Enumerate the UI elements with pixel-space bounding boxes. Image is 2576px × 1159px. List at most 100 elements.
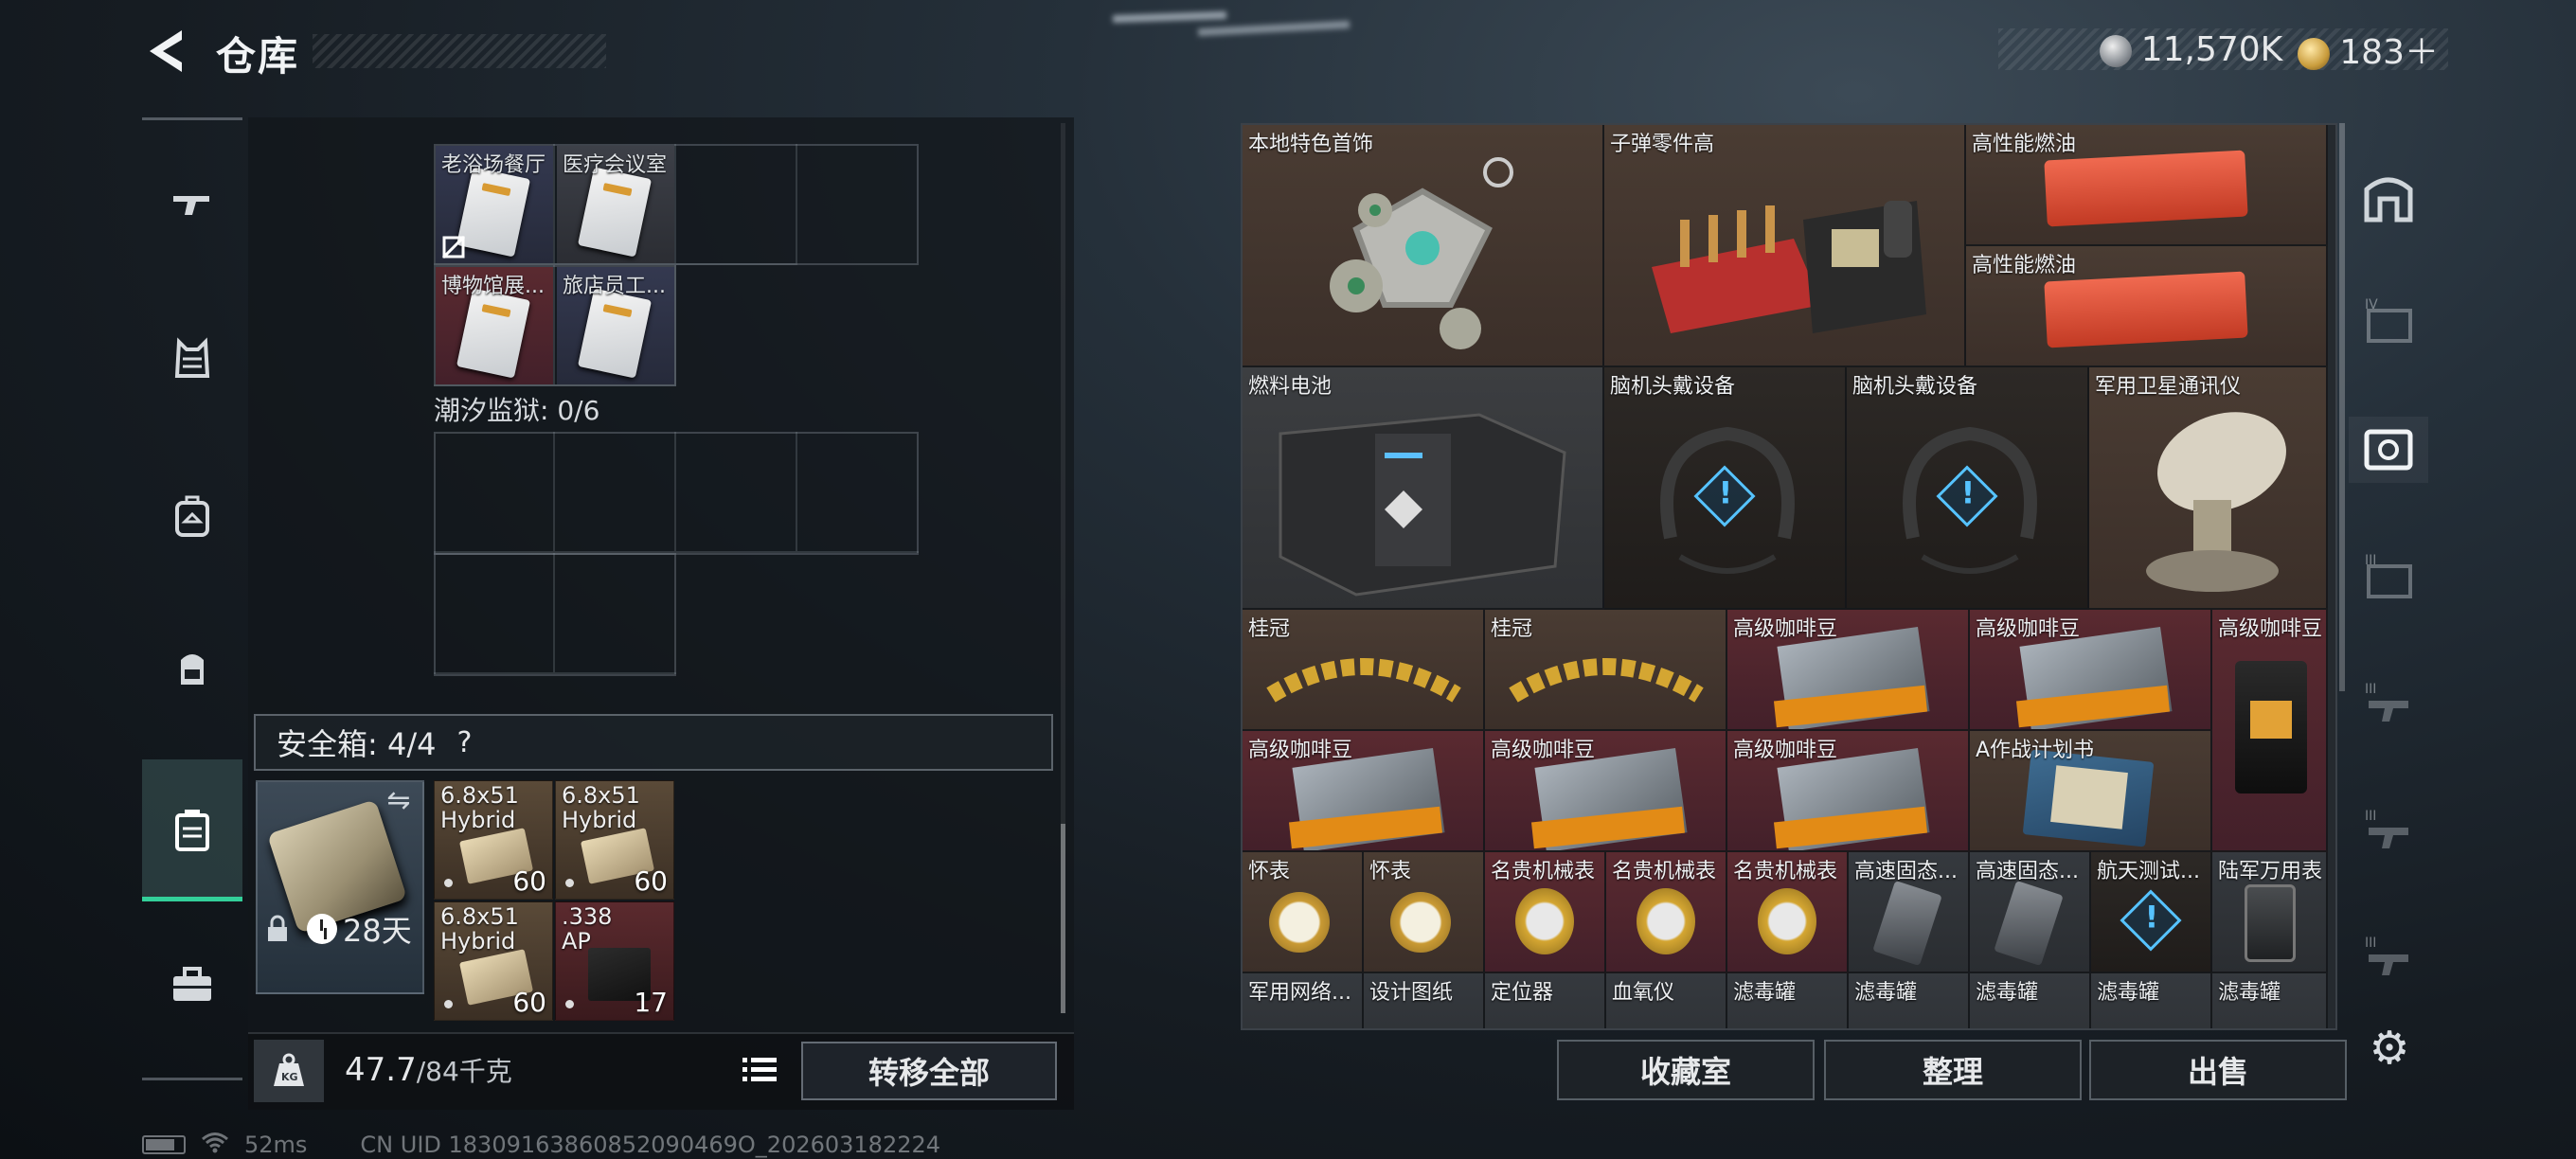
nav-weapon[interactable] [142,131,242,273]
settings-gear-icon[interactable]: ⚙ [2364,1022,2415,1075]
nav-toolbox[interactable] [142,915,242,1057]
stash-item-filter[interactable]: 滤毒罐 [1849,973,1970,1028]
collection-room-button[interactable]: 收藏室 [1557,1040,1815,1100]
keycard-icon [577,288,653,379]
ammo-count: 60 [634,865,668,897]
stash-item-satellite[interactable]: 军用卫星通讯仪 [2089,367,2328,610]
sort-button[interactable]: 整理 [1824,1040,2082,1100]
stash-item-luxury-watch[interactable]: 名贵机械表 [1727,852,1849,973]
stash-item-filter[interactable]: 滤毒罐 [2212,973,2328,1028]
backpack-icon [175,495,209,537]
ammo-count: 60 [512,865,546,897]
stash-item-luxury-watch[interactable]: 名贵机械表 [1485,852,1606,973]
stash-item-jewelry[interactable]: 本地特色首饰 [1243,125,1604,367]
stash-item-oximeter[interactable]: 血氧仪 [1606,973,1727,1028]
right-nav-tier3[interactable]: III [2349,544,2428,610]
transfer-all-button[interactable]: 转移全部 [801,1042,1057,1100]
battery-icon [142,1135,186,1154]
stash-item-filter[interactable]: 滤毒罐 [1970,973,2091,1028]
list-icon [742,1058,777,1081]
stash-item-coffee[interactable]: 高级咖啡豆 [1727,610,1970,731]
gold-currency[interactable]: 183＋ [2298,25,2439,74]
grid-slot[interactable] [555,432,676,553]
svg-text:III: III [2365,682,2376,697]
ssd-icon [1872,880,1942,967]
stash-item-coffee-bag[interactable]: 高级咖啡豆 [2212,610,2328,852]
right-nav-stash[interactable] [2349,165,2428,231]
grid-slot[interactable] [797,432,919,553]
stash-item-ssd[interactable]: 高速固态... [1849,852,1970,973]
nav-armor[interactable] [142,288,242,430]
keycard-item[interactable]: 医疗会议室 [557,146,674,263]
stash-item-fuel-cell[interactable]: 燃料电池 [1243,367,1604,610]
stash-item-coffee[interactable]: 高级咖啡豆 [1970,610,2212,731]
stash-item-luxury-watch[interactable]: 名贵机械表 [1606,852,1727,973]
laurel-icon [1509,658,1704,703]
right-nav-tier4[interactable]: IV [2349,288,2428,354]
weapon-iii-icon: III [2365,936,2408,975]
grid-slot[interactable] [676,144,797,265]
svg-text:IV: IV [2365,297,2378,312]
nav-safe-case[interactable] [142,759,242,901]
stash-item-ssd[interactable]: 高速固态... [1970,852,2091,973]
item-label: 本地特色首饰 [1248,133,1374,156]
silver-coin-icon [2099,34,2132,67]
rig-icon [181,654,204,685]
wrist-watch-icon [1637,888,1695,954]
ammo-item[interactable]: 6.8x51 Hybrid 60 [434,780,553,900]
stash-item-coffee[interactable]: 高级咖啡豆 [1485,731,1727,852]
left-scrollbar-thumb[interactable] [1061,824,1065,1013]
stash-item-coffee[interactable]: 高级咖啡豆 [1727,731,1970,852]
page-title: 仓库 [216,33,300,80]
nav-rig[interactable] [142,597,242,739]
uid-text: CN UID 18309163860852090469O_20260318222… [360,1132,941,1158]
ammo-item[interactable]: 6.8x51 Hybrid 60 [555,780,674,900]
item-label: 军用网络... [1248,981,1351,1005]
stash-item-battle-plan[interactable]: A作战计划书 [1970,731,2212,852]
right-nav-weapon-tier3c[interactable]: III [2349,926,2428,992]
safebox-header: 安全箱: 4/4 ? [254,714,1053,771]
keycard-item[interactable]: 旅店员工... [557,267,674,384]
stash-item-pocket-watch[interactable]: 怀表 [1243,852,1364,973]
right-nav-weapon-tier3[interactable]: III [2349,672,2428,739]
stash-item-pocket-watch[interactable]: 怀表 [1364,852,1485,973]
nav-backpack[interactable] [142,445,242,587]
stash-item-fuel[interactable]: 高性能燃油 [1966,125,2328,246]
right-nav-weapon-tier3b[interactable]: III [2349,799,2428,865]
ammo-item[interactable]: .338 AP 17 [555,901,674,1021]
ammo-item[interactable]: 6.8x51 Hybrid 60 [434,901,553,1021]
stash-item-multimeter[interactable]: 陆军万用表 [2212,852,2328,973]
grid-slot[interactable] [434,432,555,553]
sell-button[interactable]: 出售 [2089,1040,2347,1100]
stash-item-network[interactable]: 军用网络... [1243,973,1364,1028]
back-arrow-icon[interactable] [144,27,189,76]
stash-item-laurel[interactable]: 桂冠 [1243,610,1485,731]
left-nav [142,117,242,1083]
list-view-button[interactable] [735,1043,784,1097]
grid-slot[interactable] [555,553,676,674]
stash-item-filter[interactable]: 滤毒罐 [1727,973,1849,1028]
right-nav-collection[interactable] [2349,417,2428,483]
stash-item-filter[interactable]: 滤毒罐 [2091,973,2212,1028]
stash-item-blueprint[interactable]: 设计图纸 [1364,973,1485,1028]
stash-item-coffee[interactable]: 高级咖啡豆 [1243,731,1485,852]
silver-currency[interactable]: 11,570K [2099,30,2282,69]
swap-icon[interactable]: ⇋ [377,784,420,822]
stash-item-aerospace-test[interactable]: 航天测试... [2091,852,2212,973]
item-label: 滤毒罐 [1733,981,1797,1005]
keycard-item[interactable]: 博物馆展... [436,267,553,384]
stash-item-locator[interactable]: 定位器 [1485,973,1606,1028]
stash-item-fuel[interactable]: 高性能燃油 [1966,246,2328,367]
stash-item-brain-headset[interactable]: 脑机头戴设备 [1847,367,2089,610]
item-label: 定位器 [1491,981,1554,1005]
multimeter-icon [2245,884,2296,962]
safe-case-icon [175,809,209,851]
stash-item-laurel[interactable]: 桂冠 [1485,610,1727,731]
grid-slot[interactable] [434,553,555,674]
item-label: 名贵机械表 [1612,860,1717,883]
help-icon[interactable]: ? [456,726,472,759]
stash-item-brain-headset[interactable]: 脑机头戴设备 [1604,367,1847,610]
grid-slot[interactable] [676,432,797,553]
stash-item-bullet-parts[interactable]: 子弹零件高 [1604,125,1966,367]
keycard-item[interactable]: 老浴场餐厅 [436,146,553,263]
